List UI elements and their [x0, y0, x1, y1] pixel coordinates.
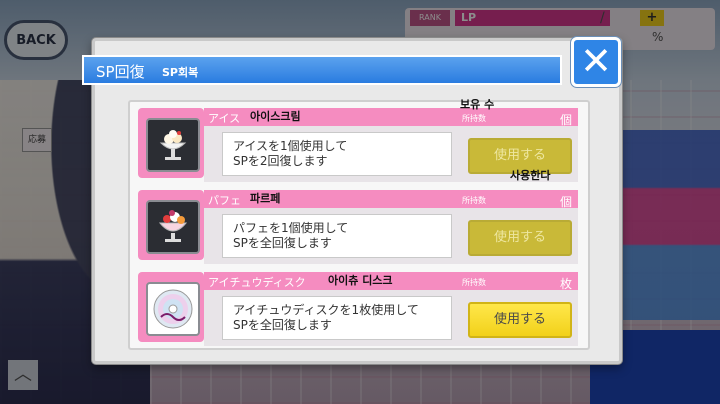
item-name: アイチュウディスク: [208, 276, 306, 289]
description-line: パフェを1個使用して: [233, 221, 349, 235]
use-button[interactable]: 使用する: [468, 302, 572, 338]
close-icon: ✕: [580, 39, 612, 83]
disc-icon: [146, 282, 200, 336]
item-name-translation: 파르페: [250, 192, 281, 205]
stock-label: 所持数: [462, 196, 486, 205]
description-line: アイスを1個使用して: [233, 139, 348, 153]
stock-label: 所持数: [462, 278, 486, 287]
item-name-bar: パフェ 파르페: [204, 190, 458, 208]
close-button[interactable]: ✕: [571, 37, 621, 87]
description-line: SPを2回復します: [233, 154, 328, 168]
dialog-title: SP回復: [96, 63, 145, 81]
parfait-icon: [146, 200, 200, 254]
ice-cream-icon: [146, 118, 200, 172]
stock-header-translation: 보유 수: [460, 98, 495, 111]
stock-label: 所持数: [462, 114, 486, 123]
item-name: パフェ: [208, 194, 241, 207]
item-icon-frame: [138, 108, 204, 178]
item-name-bar: アイス 아이스크림: [204, 108, 458, 126]
dialog-title-bar: SP回復 SP회복: [82, 55, 562, 85]
item-name: アイス: [208, 112, 241, 125]
item-description: パフェを1個使用して SPを全回復します: [222, 214, 452, 258]
use-button-translation: 사용한다: [510, 169, 551, 182]
item-name-translation: 아이스크림: [250, 110, 301, 123]
item-stock-bar: 所持数 個: [458, 190, 578, 210]
item-description: アイチュウディスクを1枚使用して SPを全回復します: [222, 296, 452, 340]
item-description: アイスを1個使用して SPを2回復します: [222, 132, 452, 176]
item-stock-bar: 所持数 枚: [458, 272, 578, 292]
description-line: アイチュウディスクを1枚使用して: [233, 303, 419, 317]
dialog-title-translation: SP회복: [162, 66, 199, 79]
item-name-bar: アイチュウディスク 아이츄 디스크: [204, 272, 458, 290]
use-button[interactable]: 使用する: [468, 220, 572, 256]
item-icon-frame: [138, 190, 204, 260]
item-icon-frame: [138, 272, 204, 342]
item-name-translation: 아이츄 디스크: [328, 274, 393, 287]
description-line: SPを全回復します: [233, 318, 332, 332]
list-item-parfait: パフェ 파르페 所持数 個 パフェを1個使用して SPを全回復します 使用する: [138, 190, 578, 264]
list-item-disc: アイチュウディスク 아이츄 디스크 所持数 枚 アイチュウディスクを1枚使用して…: [138, 272, 578, 346]
description-line: SPを全回復します: [233, 236, 332, 250]
